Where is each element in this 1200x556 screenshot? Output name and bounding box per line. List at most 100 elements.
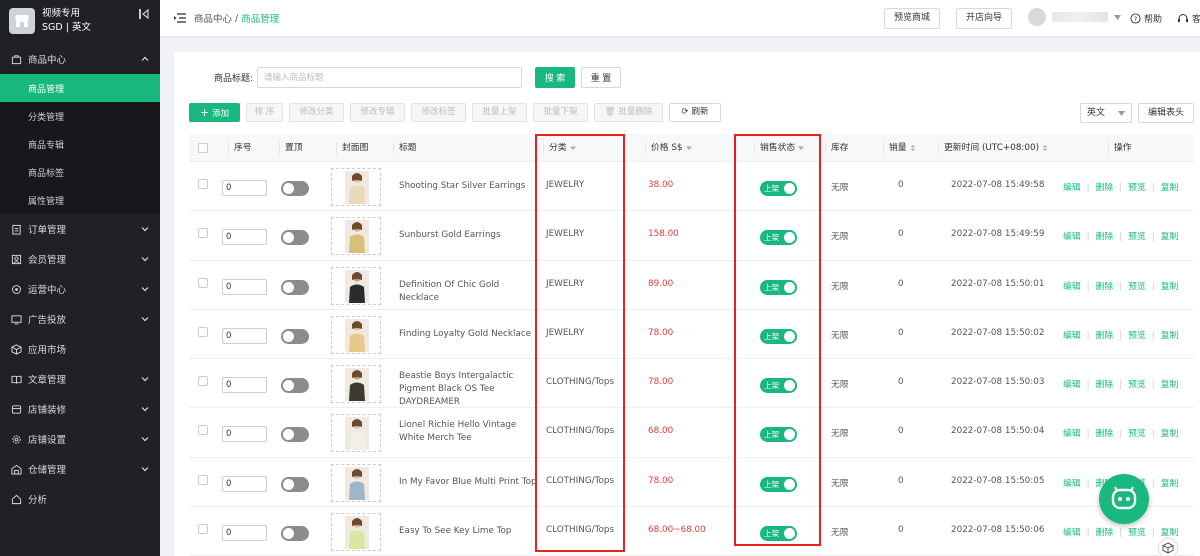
edit-tag-button[interactable]: 修改标签 — [411, 103, 466, 122]
copy-link[interactable]: 复制 — [1161, 479, 1179, 489]
reset-button[interactable]: 重 置 — [581, 67, 622, 88]
delete-link[interactable]: 删除 — [1096, 528, 1114, 538]
row-checkbox[interactable] — [198, 326, 208, 337]
edit-link[interactable]: 编辑 — [1063, 429, 1081, 439]
sidebar-item-ads[interactable]: 广告投放 — [0, 304, 160, 334]
product-title[interactable]: Finding Loyalty Gold Necklace — [399, 328, 539, 341]
preview-link[interactable]: 预览 — [1128, 232, 1146, 242]
product-title[interactable]: Beastie Boys Intergalactic Pigment Black… — [399, 370, 539, 409]
cover-image[interactable] — [331, 217, 381, 256]
pin-toggle[interactable] — [281, 476, 309, 492]
order-input[interactable]: 0 — [222, 377, 267, 394]
refresh-button[interactable]: ⟳ 刷新 — [669, 103, 721, 122]
pin-toggle[interactable] — [281, 328, 309, 344]
add-button[interactable]: + 添加 — [189, 103, 240, 122]
header-updated-time[interactable]: 更新时间 (UTC+08:00) — [937, 134, 1048, 162]
copy-link[interactable]: 复制 — [1161, 528, 1179, 538]
sidebar-item-store-settings[interactable]: 店铺设置 — [0, 424, 160, 454]
sidebar-item-analytics[interactable]: 分析 — [0, 484, 160, 514]
preview-store-button[interactable]: 预览商城 — [884, 8, 940, 29]
preview-link[interactable]: 预览 — [1128, 380, 1146, 390]
cover-image[interactable] — [331, 168, 381, 206]
preview-link[interactable]: 预览 — [1128, 528, 1146, 538]
cover-image[interactable] — [331, 365, 381, 404]
row-checkbox[interactable] — [198, 524, 208, 535]
product-title[interactable]: Definition Of Chic Gold Necklace — [399, 279, 539, 305]
sidebar-item-product-center[interactable]: 商品中心 — [0, 44, 160, 74]
product-title[interactable]: Shooting Star Silver Earrings — [399, 180, 539, 193]
cover-image[interactable] — [331, 513, 381, 552]
row-checkbox[interactable] — [198, 228, 208, 239]
order-input[interactable]: 0 — [222, 525, 267, 542]
edit-link[interactable]: 编辑 — [1063, 183, 1081, 193]
product-title[interactable]: Lionel Richie Hello Vintage White Merch … — [399, 419, 539, 445]
batch-on-shelf-button[interactable]: 批量上架 — [472, 103, 527, 122]
order-input[interactable]: 0 — [222, 475, 267, 492]
search-button[interactable]: 搜 索 — [535, 67, 576, 88]
sidebar-item-store-decor[interactable]: 店铺装修 — [0, 394, 160, 424]
edit-link[interactable]: 编辑 — [1063, 232, 1081, 242]
delete-link[interactable]: 删除 — [1096, 331, 1114, 341]
batch-delete-button[interactable]: 🗑 批量删除 — [594, 103, 663, 122]
header-price[interactable]: 价格 S$ — [645, 134, 692, 162]
row-checkbox[interactable] — [198, 179, 208, 189]
avatar[interactable] — [1028, 8, 1046, 26]
row-checkbox[interactable] — [198, 474, 208, 485]
edit-link[interactable]: 编辑 — [1063, 331, 1081, 341]
support-link[interactable]: 客 — [1177, 12, 1200, 25]
breadcrumb-parent[interactable]: 商品中心 — [194, 11, 232, 25]
delete-link[interactable]: 删除 — [1096, 183, 1114, 193]
sidebar-item-product-album[interactable]: 商品专辑 — [0, 130, 160, 158]
row-checkbox[interactable] — [198, 376, 208, 387]
order-input[interactable]: 0 — [222, 426, 267, 443]
edit-link[interactable]: 编辑 — [1063, 479, 1081, 489]
delete-link[interactable]: 删除 — [1096, 429, 1114, 439]
preview-link[interactable]: 预览 — [1128, 331, 1146, 341]
select-all-checkbox[interactable] — [198, 143, 208, 153]
sidebar-item-articles[interactable]: 文章管理 — [0, 364, 160, 394]
header-sales[interactable]: 销量 — [883, 134, 916, 162]
title-search-input[interactable] — [257, 67, 523, 88]
setup-guide-button[interactable]: 开店向导 — [956, 8, 1012, 29]
user-menu[interactable] — [1028, 8, 1121, 26]
copy-link[interactable]: 复制 — [1161, 380, 1179, 390]
edit-link[interactable]: 编辑 — [1063, 528, 1081, 538]
cover-image[interactable] — [331, 315, 381, 354]
sidebar-item-product-manage[interactable]: 商品管理 — [0, 74, 160, 102]
collapse-sidebar-icon[interactable] — [138, 8, 150, 20]
copy-link[interactable]: 复制 — [1161, 183, 1179, 193]
cover-image[interactable] — [331, 463, 381, 502]
edit-album-button[interactable]: 修改专辑 — [350, 103, 405, 122]
order-input[interactable]: 0 — [222, 327, 267, 344]
sort-button[interactable]: 排 序 — [246, 103, 283, 122]
pin-toggle[interactable] — [281, 230, 309, 246]
sidebar-item-app-market[interactable]: 应用市场 — [0, 334, 160, 364]
delete-link[interactable]: 删除 — [1096, 380, 1114, 390]
preview-link[interactable]: 预览 — [1128, 183, 1146, 193]
sidebar-item-members[interactable]: 会员管理 — [0, 244, 160, 274]
menu-toggle-icon[interactable] — [174, 13, 186, 23]
delete-link[interactable]: 删除 — [1096, 282, 1114, 292]
delete-link[interactable]: 删除 — [1096, 232, 1114, 242]
edit-link[interactable]: 编辑 — [1063, 282, 1081, 292]
copy-link[interactable]: 复制 — [1161, 331, 1179, 341]
preview-link[interactable]: 预览 — [1128, 282, 1146, 292]
pin-toggle[interactable] — [281, 427, 309, 443]
product-title[interactable]: Easy To See Key Lime Top — [399, 525, 539, 538]
edit-category-button[interactable]: 修改分类 — [289, 103, 344, 122]
copy-link[interactable]: 复制 — [1161, 232, 1179, 242]
copy-link[interactable]: 复制 — [1161, 429, 1179, 439]
edit-table-header-button[interactable]: 编辑表头 — [1138, 103, 1194, 123]
sidebar-item-operations[interactable]: 运营中心 — [0, 274, 160, 304]
assistant-chat-button[interactable] — [1099, 474, 1149, 524]
sidebar-item-warehouse[interactable]: 仓储管理 — [0, 454, 160, 484]
product-title[interactable]: In My Favor Blue Multi Print Top — [399, 476, 539, 489]
sidebar-item-product-tag[interactable]: 商品标签 — [0, 158, 160, 186]
cover-image[interactable] — [331, 266, 381, 305]
order-input[interactable]: 0 — [222, 229, 267, 246]
edit-link[interactable]: 编辑 — [1063, 380, 1081, 390]
help-link[interactable]: ? 帮助 — [1130, 12, 1162, 25]
cube-widget[interactable] — [1158, 538, 1178, 556]
pin-toggle[interactable] — [281, 279, 309, 295]
pin-toggle[interactable] — [281, 378, 309, 394]
